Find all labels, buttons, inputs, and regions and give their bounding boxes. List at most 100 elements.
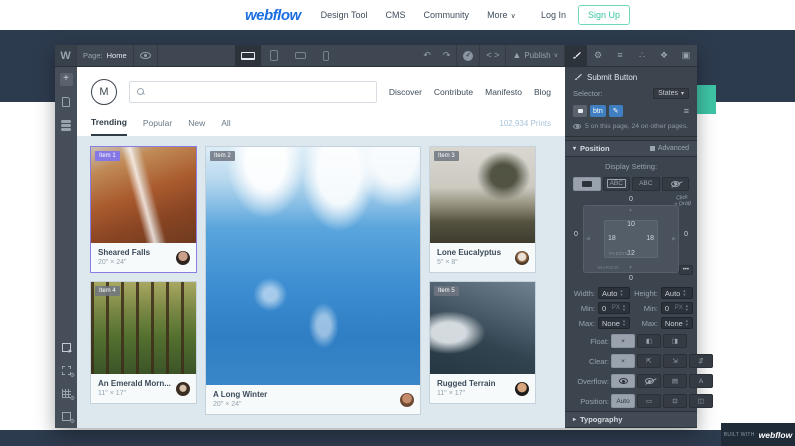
avatar[interactable] xyxy=(400,393,414,407)
overflow-visible-button[interactable] xyxy=(611,374,635,388)
max-height-input[interactable]: None▲▼ xyxy=(661,317,693,329)
site-nav-manifesto[interactable]: Manifesto xyxy=(485,87,522,97)
display-none-button[interactable] xyxy=(662,177,690,191)
edit-class-chip[interactable]: ✎ xyxy=(609,105,623,117)
margin-top-value[interactable]: 0 xyxy=(573,196,689,203)
grid-settings-button[interactable] xyxy=(59,386,73,400)
height-input[interactable]: Auto▲▼ xyxy=(661,287,693,299)
avatar[interactable] xyxy=(515,382,529,396)
stepper-icon[interactable]: ▲▼ xyxy=(622,319,626,327)
site-nav-discover[interactable]: Discover xyxy=(389,87,422,97)
clear-right-button[interactable]: ⇲ xyxy=(663,354,687,368)
margin-bottom-value[interactable]: 0 xyxy=(573,275,689,282)
position-section-header[interactable]: ▾ Position Advanced xyxy=(565,140,697,157)
overflow-auto-button[interactable]: A xyxy=(689,374,713,388)
position-auto-button[interactable]: Auto xyxy=(611,394,635,408)
device-desktop-button[interactable] xyxy=(235,45,261,66)
tab-settings-panel[interactable]: ⚙ xyxy=(587,45,609,66)
export-code-button[interactable]: < > xyxy=(480,45,506,66)
clear-none-button[interactable]: × xyxy=(611,354,635,368)
element-type-chip[interactable] xyxy=(573,105,587,117)
guides-settings-button[interactable] xyxy=(59,363,73,377)
class-chip-btn[interactable]: btn xyxy=(590,105,606,117)
tab-style-panel[interactable] xyxy=(565,45,587,66)
min-height-input[interactable]: 0PX▲▼ xyxy=(661,302,693,314)
pages-button[interactable] xyxy=(59,95,73,109)
box-model-options-button[interactable]: ••• xyxy=(679,265,693,275)
tab-interactions[interactable]: ∴ xyxy=(631,45,653,66)
padding-box[interactable]: 10 18 18 12 PADDING xyxy=(604,220,658,258)
position-relative-button[interactable]: ▭ xyxy=(637,394,661,408)
overflow-scroll-button[interactable]: ▤ xyxy=(663,374,687,388)
clear-both-button[interactable]: ⇵ xyxy=(689,354,713,368)
display-inline-block-button[interactable]: ABC xyxy=(603,177,631,191)
preview-button[interactable] xyxy=(134,45,158,66)
tab-all[interactable]: All xyxy=(221,118,230,135)
nav-cms[interactable]: CMS xyxy=(386,10,406,20)
tab-trending[interactable]: Trending xyxy=(91,117,127,136)
tab-new[interactable]: New xyxy=(188,118,205,135)
width-input[interactable]: Auto▲▼ xyxy=(598,287,630,299)
avatar[interactable] xyxy=(176,251,190,265)
padding-left-value[interactable]: 18 xyxy=(608,235,616,242)
display-block-button[interactable] xyxy=(573,177,601,191)
signup-button[interactable]: Sign Up xyxy=(578,5,630,25)
padding-right-value[interactable]: 18 xyxy=(646,235,654,242)
advanced-toggle[interactable]: Advanced xyxy=(650,145,689,152)
built-with-webflow-badge[interactable]: BUILT WITH webflow xyxy=(721,423,795,446)
tab-popular[interactable]: Popular xyxy=(143,118,172,135)
webflow-logo[interactable]: webflow xyxy=(245,7,301,24)
select-mode-button[interactable] xyxy=(59,340,73,354)
card-sheared-falls[interactable]: Item 1 Sheared Falls 20" × 24" xyxy=(90,146,197,273)
device-mobile-button[interactable] xyxy=(313,45,339,66)
tab-components[interactable]: ❖ xyxy=(653,45,675,66)
card-rugged-terrain[interactable]: Item 5 Rugged Terrain 11" × 17" xyxy=(429,281,536,404)
nav-community[interactable]: Community xyxy=(424,10,470,20)
margin-left-value[interactable]: 0 xyxy=(574,231,578,238)
stepper-icon[interactable]: ▲▼ xyxy=(685,304,689,312)
padding-top-value[interactable]: 10 xyxy=(605,221,657,228)
min-width-input[interactable]: 0PX▲▼ xyxy=(598,302,630,314)
position-fixed-button[interactable]: ◫ xyxy=(689,394,713,408)
site-logo-avatar[interactable]: M xyxy=(91,79,117,105)
tab-asset-settings[interactable]: ▣ xyxy=(675,45,697,66)
float-right-button[interactable]: ◨ xyxy=(663,334,687,348)
redo-button[interactable]: ↷ xyxy=(437,45,458,66)
avatar[interactable] xyxy=(176,382,190,396)
stepper-icon[interactable]: ▲▼ xyxy=(685,319,689,327)
save-status-button[interactable]: ✓ xyxy=(457,45,480,66)
search-input[interactable] xyxy=(129,81,377,103)
login-link[interactable]: Log In xyxy=(541,10,566,20)
add-element-button[interactable]: + xyxy=(59,72,73,86)
margin-right-value[interactable]: 0 xyxy=(684,231,688,238)
page-selector[interactable]: Page: Home xyxy=(77,45,134,66)
margin-box[interactable]: ▲ ▼ ◀ ▶ MARGIN 10 18 18 12 PADDING xyxy=(583,205,679,273)
publish-button[interactable]: ▲ Publish ∨ xyxy=(506,45,565,66)
nav-more[interactable]: More∨ xyxy=(487,10,516,20)
float-left-button[interactable]: ◧ xyxy=(637,334,661,348)
stepper-icon[interactable]: ▲▼ xyxy=(622,304,626,312)
max-width-input[interactable]: None▲▼ xyxy=(598,317,630,329)
clear-left-button[interactable]: ⇱ xyxy=(637,354,661,368)
overflow-hidden-button[interactable] xyxy=(637,374,661,388)
stepper-icon[interactable]: ▲▼ xyxy=(619,289,623,297)
card-lone-eucalyptus[interactable]: Item 3 Lone Eucalyptus 5" × 8" xyxy=(429,146,536,273)
states-dropdown[interactable]: States ▾ xyxy=(653,88,689,99)
site-nav-blog[interactable]: Blog xyxy=(534,87,551,97)
collections-button[interactable] xyxy=(59,118,73,132)
display-inline-button[interactable]: ABC xyxy=(632,177,660,191)
float-none-button[interactable]: × xyxy=(611,334,635,348)
avatar[interactable] xyxy=(515,251,529,265)
webflow-w-logo[interactable]: W xyxy=(55,45,77,66)
site-nav-contribute[interactable]: Contribute xyxy=(434,87,473,97)
typography-section-header[interactable]: ▸ Typography xyxy=(565,411,697,428)
card-emerald-morn[interactable]: Item 4 An Emerald Morn... 11" × 17" xyxy=(90,281,197,404)
nav-design-tool[interactable]: Design Tool xyxy=(321,10,368,20)
stepper-icon[interactable]: ▲▼ xyxy=(682,289,686,297)
position-absolute-button[interactable]: ⊡ xyxy=(663,394,687,408)
card-long-winter[interactable]: Item 2 A Long Winter 20" × 24" xyxy=(205,146,421,415)
style-manager-icon[interactable]: ≡ xyxy=(684,107,689,116)
device-tablet-button[interactable] xyxy=(261,45,287,66)
undo-button[interactable]: ↶ xyxy=(417,45,437,66)
device-mobile-landscape-button[interactable] xyxy=(287,45,313,66)
